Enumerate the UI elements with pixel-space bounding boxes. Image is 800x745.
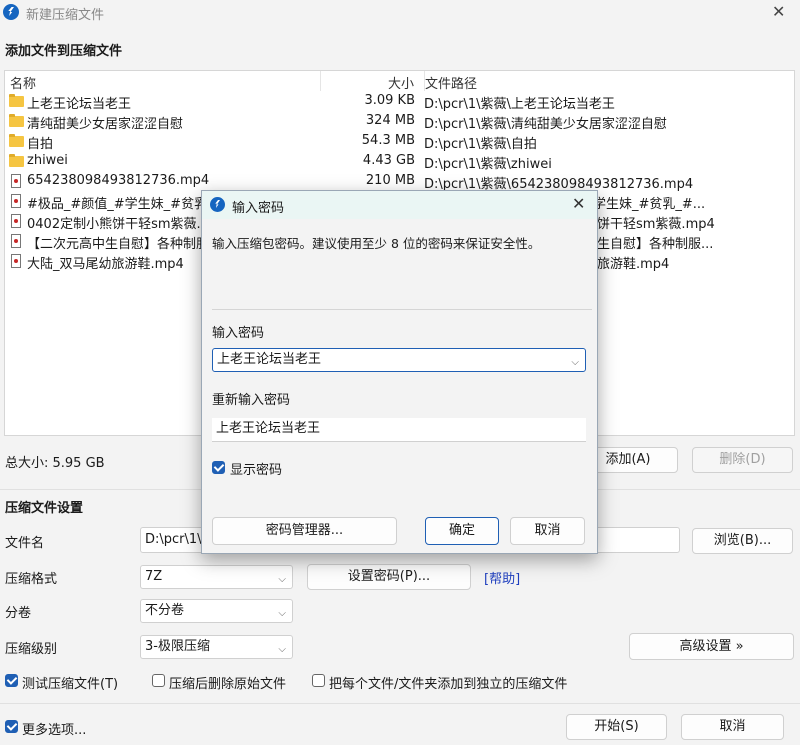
password-input[interactable]: 上老王论坛当老王 ⌵ — [212, 348, 586, 372]
file-name: 【二次元高中生自慰】各种制服 — [27, 237, 210, 252]
password-dialog: 输入密码 ✕ 输入压缩包密码。建议使用至少 8 位的密码来保证安全性。 输入密码… — [201, 190, 598, 554]
table-row[interactable]: 上老王论坛当老王 3.09 KB D:\pcr\1\紫薇\上老王论坛当老王 — [5, 92, 794, 112]
file-size: 324 MB — [365, 113, 415, 128]
delete-button[interactable]: 删除(D) — [692, 447, 793, 473]
chevron-down-icon: ⌵ — [278, 574, 286, 585]
title-bar — [0, 0, 800, 26]
file-name: 0402定制小熊饼干轻sm紫薇.r — [27, 217, 206, 232]
window-title: 新建压缩文件 — [26, 8, 105, 23]
file-name: zhiwei — [27, 153, 68, 168]
video-file-icon — [11, 254, 21, 268]
ok-button[interactable]: 确定 — [425, 517, 499, 545]
set-password-button[interactable]: 设置密码(P)... — [307, 564, 471, 590]
level-label: 压缩级别 — [5, 642, 58, 657]
separate-archives-label[interactable]: 把每个文件/文件夹添加到独立的压缩文件 — [329, 673, 567, 692]
password-manager-button[interactable]: 密码管理器... — [212, 517, 397, 545]
show-password-label[interactable]: 显示密码 — [230, 459, 282, 478]
browse-button[interactable]: 浏览(B)... — [692, 528, 793, 554]
file-size: 54.3 MB — [361, 133, 415, 148]
cancel-button[interactable]: 取消 — [681, 714, 784, 740]
add-files-heading: 添加文件到压缩文件 — [5, 44, 123, 59]
volume-value: 不分卷 — [145, 603, 185, 618]
level-value: 3-极限压缩 — [145, 639, 210, 654]
more-options-checkbox[interactable] — [5, 720, 18, 733]
app-bolt-icon — [3, 4, 19, 20]
delete-after-label[interactable]: 压缩后删除原始文件 — [169, 673, 286, 692]
table-row[interactable]: zhiwei 4.43 GB D:\pcr\1\紫薇\zhiwei — [5, 152, 794, 172]
file-name: #极品_#颜值_#学生妹_#贫乳_ — [27, 197, 214, 212]
show-password-checkbox[interactable] — [212, 461, 225, 474]
file-path: D:\pcr\1\紫薇\清纯甜美少女居家涩涩自慰 — [424, 117, 667, 132]
dialog-close-icon[interactable]: ✕ — [572, 194, 585, 213]
advanced-settings-button[interactable]: 高级设置 » — [629, 633, 794, 660]
confirm-password-label: 重新输入密码 — [212, 393, 291, 408]
column-header-path[interactable]: 文件路径 — [425, 73, 477, 92]
video-file-icon — [11, 234, 21, 248]
total-size: 总大小: 5.95 GB — [5, 456, 105, 471]
file-path: 饼干轻sm紫薇.mp4 — [597, 217, 715, 232]
chevron-down-icon: ⌵ — [278, 608, 286, 619]
file-name: 上老王论坛当老王 — [27, 97, 132, 112]
password-value: 上老王论坛当老王 — [217, 352, 322, 367]
format-select[interactable]: 7Z ⌵ — [140, 565, 293, 589]
chevron-down-icon[interactable]: ⌵ — [571, 352, 579, 374]
file-size: 3.09 KB — [364, 93, 415, 108]
test-archive-checkbox[interactable] — [5, 674, 18, 687]
table-row[interactable]: 清纯甜美少女居家涩涩自慰 324 MB D:\pcr\1\紫薇\清纯甜美少女居家… — [5, 112, 794, 132]
format-label: 压缩格式 — [5, 572, 58, 587]
level-select[interactable]: 3-极限压缩 ⌵ — [140, 635, 293, 659]
help-link[interactable]: [帮助] — [484, 568, 520, 587]
file-path: 旅游鞋.mp4 — [597, 257, 670, 272]
video-file-icon — [11, 214, 21, 228]
folder-icon — [9, 114, 24, 127]
window-close-icon[interactable]: ✕ — [772, 2, 785, 21]
file-name: 大陆_双马尾幼旅游鞋.mp4 — [27, 257, 184, 272]
delete-after-checkbox[interactable] — [152, 674, 165, 687]
more-options-label[interactable]: 更多选项... — [22, 719, 86, 738]
table-row[interactable]: 自拍 54.3 MB D:\pcr\1\紫薇\自拍 — [5, 132, 794, 152]
table-row[interactable]: 654238098493812736.mp4 210 MB D:\pcr\1\紫… — [5, 172, 794, 192]
file-name: 654238098493812736.mp4 — [27, 173, 210, 188]
format-value: 7Z — [145, 569, 163, 584]
column-header-size[interactable]: 大小 — [388, 73, 414, 92]
file-path: 生自慰】各种制服... — [597, 237, 714, 252]
video-file-icon — [11, 194, 21, 208]
video-file-icon — [11, 174, 21, 188]
test-archive-label[interactable]: 测试压缩文件(T) — [22, 673, 118, 692]
column-divider[interactable] — [320, 71, 321, 91]
file-size: 210 MB — [365, 173, 415, 188]
separate-archives-checkbox[interactable] — [312, 674, 325, 687]
folder-icon — [9, 154, 24, 167]
file-path: D:\pcr\1\紫薇\自拍 — [424, 137, 537, 152]
confirm-password-input[interactable]: 上老王论坛当老王 — [212, 418, 586, 442]
dialog-description: 输入压缩包密码。建议使用至少 8 位的密码来保证安全性。 — [212, 236, 541, 251]
file-path: D:\pcr\1\紫薇\上老王论坛当老王 — [424, 97, 615, 112]
volume-select[interactable]: 不分卷 ⌵ — [140, 599, 293, 623]
chevron-down-icon: ⌵ — [278, 644, 286, 655]
folder-icon — [9, 134, 24, 147]
password-label: 输入密码 — [212, 326, 265, 341]
folder-icon — [9, 94, 24, 107]
dialog-bolt-icon — [210, 197, 225, 212]
file-path: D:\pcr\1\紫薇\zhiwei — [424, 157, 552, 172]
dialog-cancel-button[interactable]: 取消 — [510, 517, 585, 545]
divider — [212, 309, 592, 310]
dialog-title: 输入密码 — [232, 201, 285, 216]
file-name: 清纯甜美少女居家涩涩自慰 — [27, 117, 184, 132]
file-name: 自拍 — [27, 137, 54, 152]
volume-label: 分卷 — [5, 606, 32, 621]
column-header-name[interactable]: 名称 — [10, 73, 36, 92]
divider — [0, 703, 800, 704]
file-path: 学生妹_#贫乳_#... — [593, 197, 706, 212]
file-size: 4.43 GB — [362, 153, 415, 168]
start-button[interactable]: 开始(S) — [566, 714, 667, 740]
filename-label: 文件名 — [5, 536, 45, 551]
settings-heading: 压缩文件设置 — [5, 501, 84, 516]
